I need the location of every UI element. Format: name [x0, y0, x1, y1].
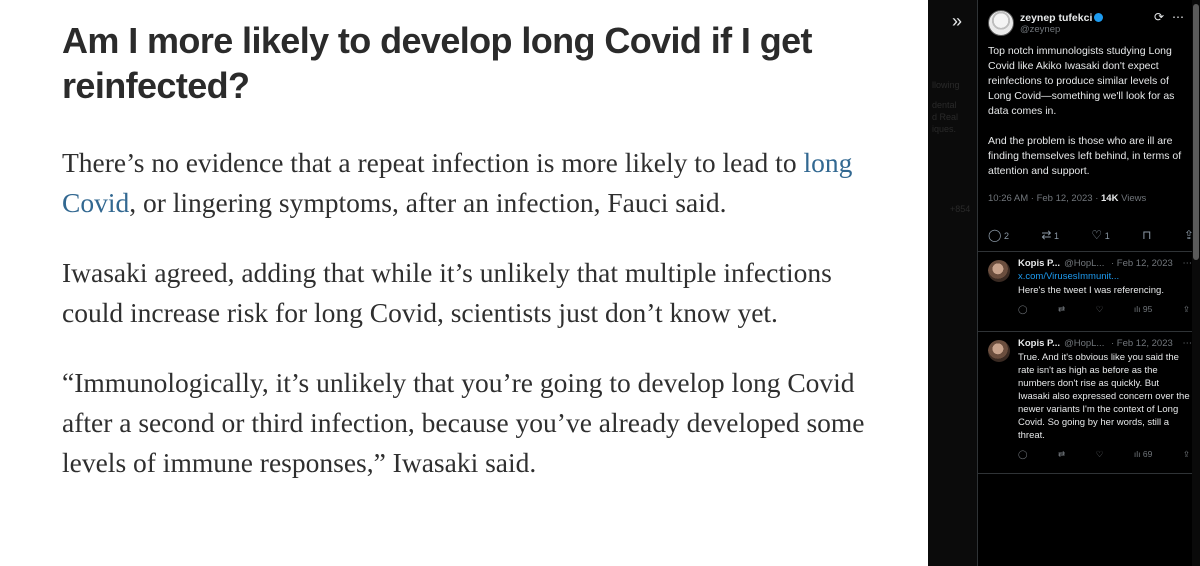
tweet-actions: ◯ 2 ⇄ 1 ♡ 1 ⊓ ⇪: [988, 228, 1194, 242]
reply-date[interactable]: · Feb 12, 2023: [1111, 338, 1173, 349]
more-options-icon[interactable]: ⋯: [1183, 258, 1193, 270]
tweet-meta: 10:26 AM · Feb 12, 2023 · 14K Views: [988, 193, 1190, 204]
avatar[interactable]: [988, 340, 1010, 362]
reply-tweet[interactable]: Kopis P... @HopL... · Feb 12, 2023 ⋯ x.com…: [978, 252, 1200, 332]
more-options-icon[interactable]: ⋯: [1172, 10, 1192, 24]
ghost-text-1: llowing: [932, 80, 960, 90]
ghost-text-2: dental: [932, 100, 957, 110]
reply-button[interactable]: ◯ 2: [988, 228, 1009, 242]
collapse-panel-button[interactable]: »: [944, 10, 970, 32]
reply-text: Here's the tweet I was referencing.: [1018, 285, 1164, 296]
reply-actions: ◯ ⇄ ♡ ılı 95 ⇪: [1018, 304, 1190, 315]
thread-panel: zeynep tufekci @zeynep ⟳⋯ Top notch immu…: [978, 0, 1200, 566]
retweet-button[interactable]: ⇄ 1: [1041, 228, 1059, 242]
article-paragraph-1: There’s no evidence that a repeat infect…: [62, 143, 872, 223]
main-tweet: zeynep tufekci @zeynep ⟳⋯ Top notch immu…: [978, 0, 1200, 252]
like-count: 1: [1104, 231, 1110, 241]
reply-author-name[interactable]: Kopis P...: [1018, 338, 1060, 349]
reply-date[interactable]: · Feb 12, 2023: [1111, 258, 1173, 269]
reply-text: True. And it's obvious like you said the…: [1018, 352, 1190, 441]
reply-icon[interactable]: ◯: [1018, 449, 1028, 460]
tweet-timestamp[interactable]: 10:26 AM · Feb 12, 2023 ·: [988, 193, 1101, 204]
article-excerpt: Am I more likely to develop long Covid i…: [0, 0, 928, 566]
more-options-icon[interactable]: ⋯: [1183, 338, 1193, 350]
article-paragraph-3: “Immunologically, it’s unlikely that you…: [62, 367, 865, 478]
author-handle[interactable]: @zeynep: [1020, 24, 1103, 36]
avatar[interactable]: [988, 260, 1010, 282]
reply-icon: ◯: [988, 228, 1002, 242]
double-chevron-right-icon: »: [951, 11, 962, 31]
share-icon[interactable]: ⇪: [1183, 449, 1190, 460]
retweet-icon[interactable]: ⇄: [1058, 304, 1065, 315]
reply-author-name[interactable]: Kopis P...: [1018, 258, 1060, 269]
reply-tweet[interactable]: Kopis P... @HopL... · Feb 12, 2023 ⋯ True.…: [978, 332, 1200, 474]
like-button[interactable]: ♡ 1: [1091, 228, 1109, 242]
reply-actions: ◯ ⇄ ♡ ılı 69 ⇪: [1018, 449, 1190, 460]
heart-icon[interactable]: ♡: [1096, 304, 1104, 315]
tweet-text: Top notch immunologists studying Long Co…: [988, 45, 1182, 177]
reply-views: 95: [1142, 304, 1153, 314]
reply-count: 2: [1003, 231, 1009, 241]
scrollbar[interactable]: [1192, 0, 1200, 566]
reply-link[interactable]: x.com/VirusesImmunit...: [1018, 270, 1190, 283]
retweet-count: 1: [1053, 231, 1059, 241]
reply-views: 69: [1142, 449, 1153, 459]
background-strip: llowing dental d Real iques. +854: [928, 0, 978, 566]
views-button[interactable]: ılı 95: [1134, 304, 1152, 315]
grok-icon[interactable]: ⟳: [1154, 10, 1172, 24]
article-paragraph-2: Iwasaki agreed, adding that while it’s u…: [62, 257, 832, 328]
scrollbar-thumb[interactable]: [1193, 4, 1199, 260]
retweet-icon: ⇄: [1041, 228, 1052, 242]
paragraph-1-text-end: , or lingering symptoms, after an infect…: [129, 187, 727, 218]
paragraph-1-text-start: There’s no evidence that a repeat infect…: [62, 147, 804, 178]
article-headline: Am I more likely to develop long Covid i…: [62, 20, 813, 106]
views-count: 14K: [1101, 193, 1119, 204]
views-icon: ılı: [1133, 304, 1141, 314]
ghost-text-4: iques.: [932, 124, 957, 134]
reply-author-handle[interactable]: @HopL...: [1064, 258, 1104, 269]
verified-badge-icon: [1094, 12, 1104, 22]
reply-author-handle[interactable]: @HopL...: [1064, 338, 1104, 349]
views-button[interactable]: ılı 69: [1134, 449, 1152, 460]
ghost-text-3: d Real: [932, 112, 959, 122]
retweet-icon[interactable]: ⇄: [1058, 449, 1065, 460]
share-icon[interactable]: ⇪: [1183, 304, 1190, 315]
views-label: Views: [1118, 193, 1147, 204]
heart-icon[interactable]: ♡: [1096, 449, 1104, 460]
author-display-name[interactable]: zeynep tufekci: [1020, 12, 1092, 24]
bookmark-icon[interactable]: ⊓: [1142, 228, 1151, 242]
ghost-badge: +854: [950, 204, 971, 214]
views-icon: ılı: [1133, 449, 1141, 459]
avatar[interactable]: [988, 10, 1014, 36]
reply-icon[interactable]: ◯: [1018, 304, 1028, 315]
heart-icon: ♡: [1091, 228, 1103, 242]
